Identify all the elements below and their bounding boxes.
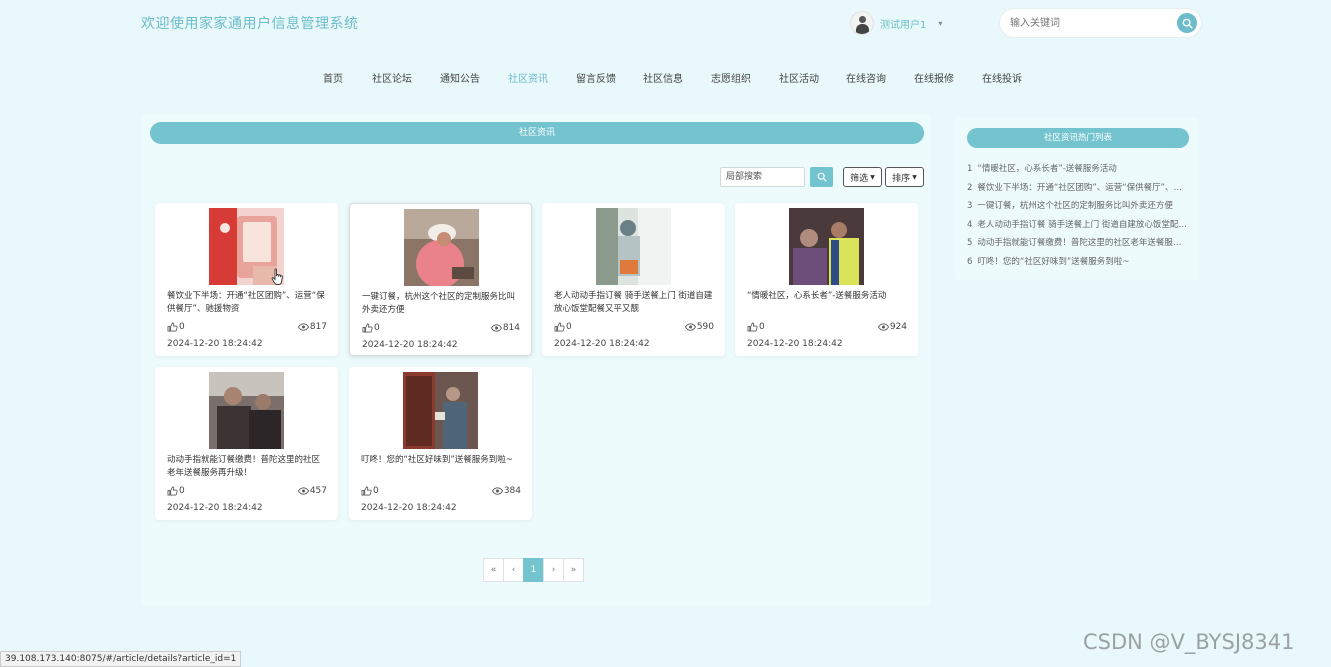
nav-complaint[interactable]: 在线投诉 [982,70,1022,85]
eye-icon [877,323,889,331]
view-count: 814 [490,323,520,333]
eye-icon [297,487,309,495]
nav-feedback[interactable]: 留言反馈 [576,70,616,85]
user-name[interactable]: 测试用户1 [880,16,926,31]
hot-list-item[interactable]: 5动动手指就能订餐缴费！普陀这里的社区老年送餐服务再升级！ [967,236,1189,248]
nav-home[interactable]: 首页 [323,70,343,85]
eye-icon [491,487,503,495]
caret-down-icon: ▼ [870,173,875,181]
site-title: 欢迎使用家家通用户信息管理系统 [141,16,359,32]
nav-volunteer[interactable]: 志愿组织 [711,70,751,85]
article-title: 动动手指就能订餐缴费！普陀这里的社区老年送餐服务再升级！ [167,455,321,478]
status-bar-url: 39.108.173.140:8075/#/article/details?ar… [0,651,242,667]
thumbs-up-icon [747,322,758,332]
section-title: 社区资讯 [150,122,924,144]
like-count[interactable]: 0 [167,486,185,496]
user-menu[interactable]: 测试用户1 ▾ [850,10,942,36]
nav-repair[interactable]: 在线报修 [914,70,954,85]
caret-down-icon: ▼ [912,173,917,181]
like-count[interactable]: 0 [361,486,379,496]
news-panel [141,115,931,605]
view-count: 817 [297,322,327,332]
article-date: 2024-12-20 18:24:42 [362,340,458,350]
article-date: 2024-12-20 18:24:42 [361,503,457,513]
article-thumbnail[interactable] [403,372,478,449]
nav-community-info[interactable]: 社区信息 [643,70,683,85]
eye-icon [297,323,309,331]
view-count: 384 [491,486,521,496]
thumbs-up-icon [361,486,372,496]
search-button[interactable] [1177,13,1197,33]
hot-list-title: 社区资讯热门列表 [967,128,1189,148]
sort-label: 排序 [892,173,911,184]
article-title: 老人动动手指订餐 骑手送餐上门 街道自建放心饭堂配餐又平又靓 [554,291,713,314]
nav-forum[interactable]: 社区论坛 [372,70,412,85]
sort-dropdown[interactable]: 排序 ▼ [885,167,924,187]
article-date: 2024-12-20 18:24:42 [554,339,650,349]
view-count: 590 [684,322,714,332]
hot-list-item[interactable]: 4老人动动手指订餐 骑手送餐上门 街道自建放心饭堂配餐又平又靓 [967,218,1189,230]
article-title: 叮咚！您的“社区好味到”送餐服务到啦~ [361,455,513,465]
hot-list-item[interactable]: 6 叮咚！您的“社区好味到”送餐服务到啦~ [967,255,1189,267]
page-last-button[interactable]: » [563,558,584,582]
nav-consult[interactable]: 在线咨询 [846,70,886,85]
article-thumbnail[interactable] [404,209,479,286]
hot-list-item[interactable]: 3 一键订餐，杭州这个社区的定制服务比叫外卖还方便 [967,199,1189,211]
thumbs-up-icon [362,323,373,333]
article-card-4[interactable]: “情暖社区，心系长者”-送餐服务活动 0 924 2024-12-20 18:2… [735,203,918,356]
article-card-6[interactable]: 叮咚！您的“社区好味到”送餐服务到啦~ 0 384 2024-12-20 18:… [349,367,532,520]
page-prev-button[interactable]: ‹ [503,558,524,582]
watermark: CSDN @V_BYSJ8341 [1083,630,1295,654]
page-first-button[interactable]: « [483,558,504,582]
main-nav: 首页 社区论坛 通知公告 社区资讯 留言反馈 社区信息 志愿组织 社区活动 在线… [0,70,1331,86]
pagination: « ‹ 1 › » [483,558,584,582]
thumbs-up-icon [167,486,178,496]
search-icon [1182,18,1193,29]
article-thumbnail[interactable] [209,372,284,449]
nav-news[interactable]: 社区资讯 [508,70,548,85]
article-card-1[interactable]: 餐饮业下半场：开通“社区团购”、运营“保供餐厅”、驰援物资 0 817 2024… [155,203,338,356]
eye-icon [684,323,696,331]
nav-notice[interactable]: 通知公告 [440,70,480,85]
like-count[interactable]: 0 [362,323,380,333]
local-search-button[interactable] [810,167,833,187]
filter-label: 筛选 [850,173,869,184]
article-card-2[interactable]: 一键订餐，杭州这个社区的定制服务比叫外卖还方便 0 814 2024-12-20… [349,203,532,356]
global-search [999,8,1202,38]
like-count[interactable]: 0 [747,322,765,332]
thumbs-up-icon [554,322,565,332]
view-count: 457 [297,486,327,496]
article-card-5[interactable]: 动动手指就能订餐缴费！普陀这里的社区老年送餐服务再升级！ 0 457 2024-… [155,367,338,520]
nav-activity[interactable]: 社区活动 [779,70,819,85]
eye-icon [490,324,502,332]
article-thumbnail[interactable] [596,208,671,285]
search-icon [817,172,827,182]
hot-list-item[interactable]: 1 “情暖社区，心系长者”-送餐服务活动 [967,162,1189,174]
article-date: 2024-12-20 18:24:42 [167,503,263,513]
chevron-down-icon[interactable]: ▾ [938,19,942,28]
article-date: 2024-12-20 18:24:42 [167,339,263,349]
like-count[interactable]: 0 [554,322,572,332]
hand-pointer-icon [271,268,283,285]
view-count: 924 [877,322,907,332]
local-search-input[interactable] [720,167,805,187]
thumbs-up-icon [167,322,178,332]
page-next-button[interactable]: › [543,558,564,582]
search-input[interactable] [1008,14,1173,32]
article-title: 一键订餐，杭州这个社区的定制服务比叫外卖还方便 [362,292,516,315]
avatar[interactable] [850,11,874,35]
article-thumbnail[interactable] [789,208,864,285]
hot-list-item[interactable]: 2 餐饮业下半场：开通“社区团购”、运营“保供餐厅”、驰援物资 [967,181,1189,193]
article-title: 餐饮业下半场：开通“社区团购”、运营“保供餐厅”、驰援物资 [167,291,325,314]
article-date: 2024-12-20 18:24:42 [747,339,843,349]
filter-dropdown[interactable]: 筛选 ▼ [843,167,882,187]
like-count[interactable]: 0 [167,322,185,332]
page-number-button[interactable]: 1 [523,558,544,582]
article-card-3[interactable]: 老人动动手指订餐 骑手送餐上门 街道自建放心饭堂配餐又平又靓 0 590 202… [542,203,725,356]
article-title: “情暖社区，心系长者”-送餐服务活动 [747,291,887,301]
